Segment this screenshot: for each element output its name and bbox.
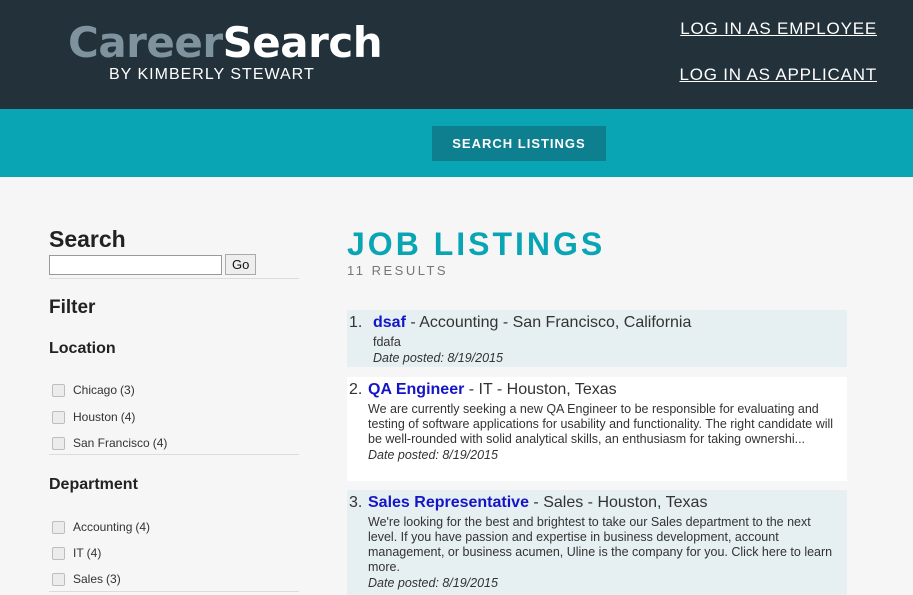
filter-label: Houston — [73, 410, 118, 424]
list-item: 3. Sales Representative - Sales - Houston… — [347, 490, 847, 595]
checkbox[interactable] — [52, 383, 65, 397]
listing-date: Date posted: 8/19/2015 — [368, 576, 498, 590]
listing-number: 2. — [349, 381, 363, 398]
nav-bar: SEARCH LISTINGS — [0, 109, 913, 177]
logo-career: Career — [68, 18, 223, 67]
main-content: JOB LISTINGS 11 RESULTS — [347, 226, 847, 278]
checkbox[interactable] — [52, 410, 65, 424]
filter-count: (3) — [120, 383, 135, 397]
top-header: CareerSearch BY KIMBERLY STEWART LOG IN … — [0, 0, 913, 109]
list-item: 1. dsaf - Accounting - San Francisco, Cal… — [347, 310, 847, 367]
go-button[interactable]: Go — [225, 254, 257, 275]
search-input[interactable] — [49, 254, 222, 275]
listing-description: We are currently seeking a new QA Engine… — [368, 402, 834, 446]
listing-heading: 3. Sales Representative - Sales - Houston… — [349, 493, 839, 513]
filter-count: (4) — [152, 436, 168, 450]
listing-title-link[interactable]: QA Engineer — [368, 381, 464, 398]
filter-label: Sales — [73, 572, 104, 586]
list-item: 2. QA Engineer - IT - Houston, Texas We a… — [347, 377, 847, 481]
department-heading: Department — [49, 476, 138, 493]
listing-meta: - Accounting - San Francisco, California — [405, 314, 692, 331]
page-title: JOB LISTINGS — [347, 226, 606, 262]
divider — [49, 591, 299, 592]
search-listings-button[interactable]: SEARCH LISTINGS — [432, 126, 606, 161]
checkbox[interactable] — [52, 520, 65, 534]
divider — [49, 278, 299, 279]
filter-count: (4) — [86, 546, 102, 560]
filter-label: Chicago — [73, 383, 118, 397]
checkbox[interactable] — [52, 546, 65, 560]
filter-label: Accounting — [73, 520, 133, 534]
search-heading: Search — [49, 226, 126, 252]
logo[interactable]: CareerSearch — [68, 18, 383, 68]
filter-label: IT — [73, 546, 84, 560]
logo-byline: BY KIMBERLY STEWART — [109, 66, 315, 83]
listing-date: Date posted: 8/19/2015 — [373, 351, 503, 365]
filter-department-accounting[interactable]: Accounting (4) — [52, 520, 150, 534]
listing-description: fdafa — [373, 335, 401, 349]
listing-description: We're looking for the best and brightest… — [368, 515, 833, 574]
logo-search: Search — [222, 18, 383, 67]
divider — [49, 454, 299, 455]
login-applicant-link[interactable]: LOG IN AS APPLICANT — [679, 65, 877, 85]
results-count: 11 RESULTS — [347, 263, 449, 278]
listing-heading: 2. QA Engineer - IT - Houston, Texas — [349, 380, 839, 400]
listing-number: 3. — [349, 494, 363, 511]
search-row: Go — [49, 254, 257, 275]
listing-title-link[interactable]: Sales Representative — [368, 494, 529, 511]
listing-meta: - Sales - Houston, Texas — [528, 494, 708, 511]
listing-number: 1. — [349, 314, 363, 331]
filter-heading: Filter — [49, 297, 96, 318]
filter-department-sales[interactable]: Sales (3) — [52, 572, 121, 586]
filter-location-houston[interactable]: Houston (4) — [52, 410, 135, 424]
listing-title-link[interactable]: dsaf — [373, 314, 406, 331]
filter-label: San Francisco — [73, 436, 150, 450]
listing-meta: - IT - Houston, Texas — [464, 381, 617, 398]
filter-location-san-francisco[interactable]: San Francisco (4) — [52, 436, 167, 450]
filter-location-chicago[interactable]: Chicago (3) — [52, 383, 135, 397]
filter-count: (4) — [120, 410, 136, 424]
listing-date: Date posted: 8/19/2015 — [368, 448, 498, 462]
location-heading: Location — [49, 340, 116, 357]
checkbox[interactable] — [52, 572, 65, 586]
listing-heading: 1. dsaf - Accounting - San Francisco, Cal… — [349, 313, 839, 333]
sidebar: Search Go Filter Location Chicago (3) Ho… — [49, 226, 299, 592]
filter-department-it[interactable]: IT (4) — [52, 546, 101, 560]
filter-count: (4) — [135, 520, 151, 534]
checkbox[interactable] — [52, 436, 65, 450]
login-employee-link[interactable]: LOG IN AS EMPLOYEE — [680, 19, 877, 39]
filter-count: (3) — [106, 572, 121, 586]
